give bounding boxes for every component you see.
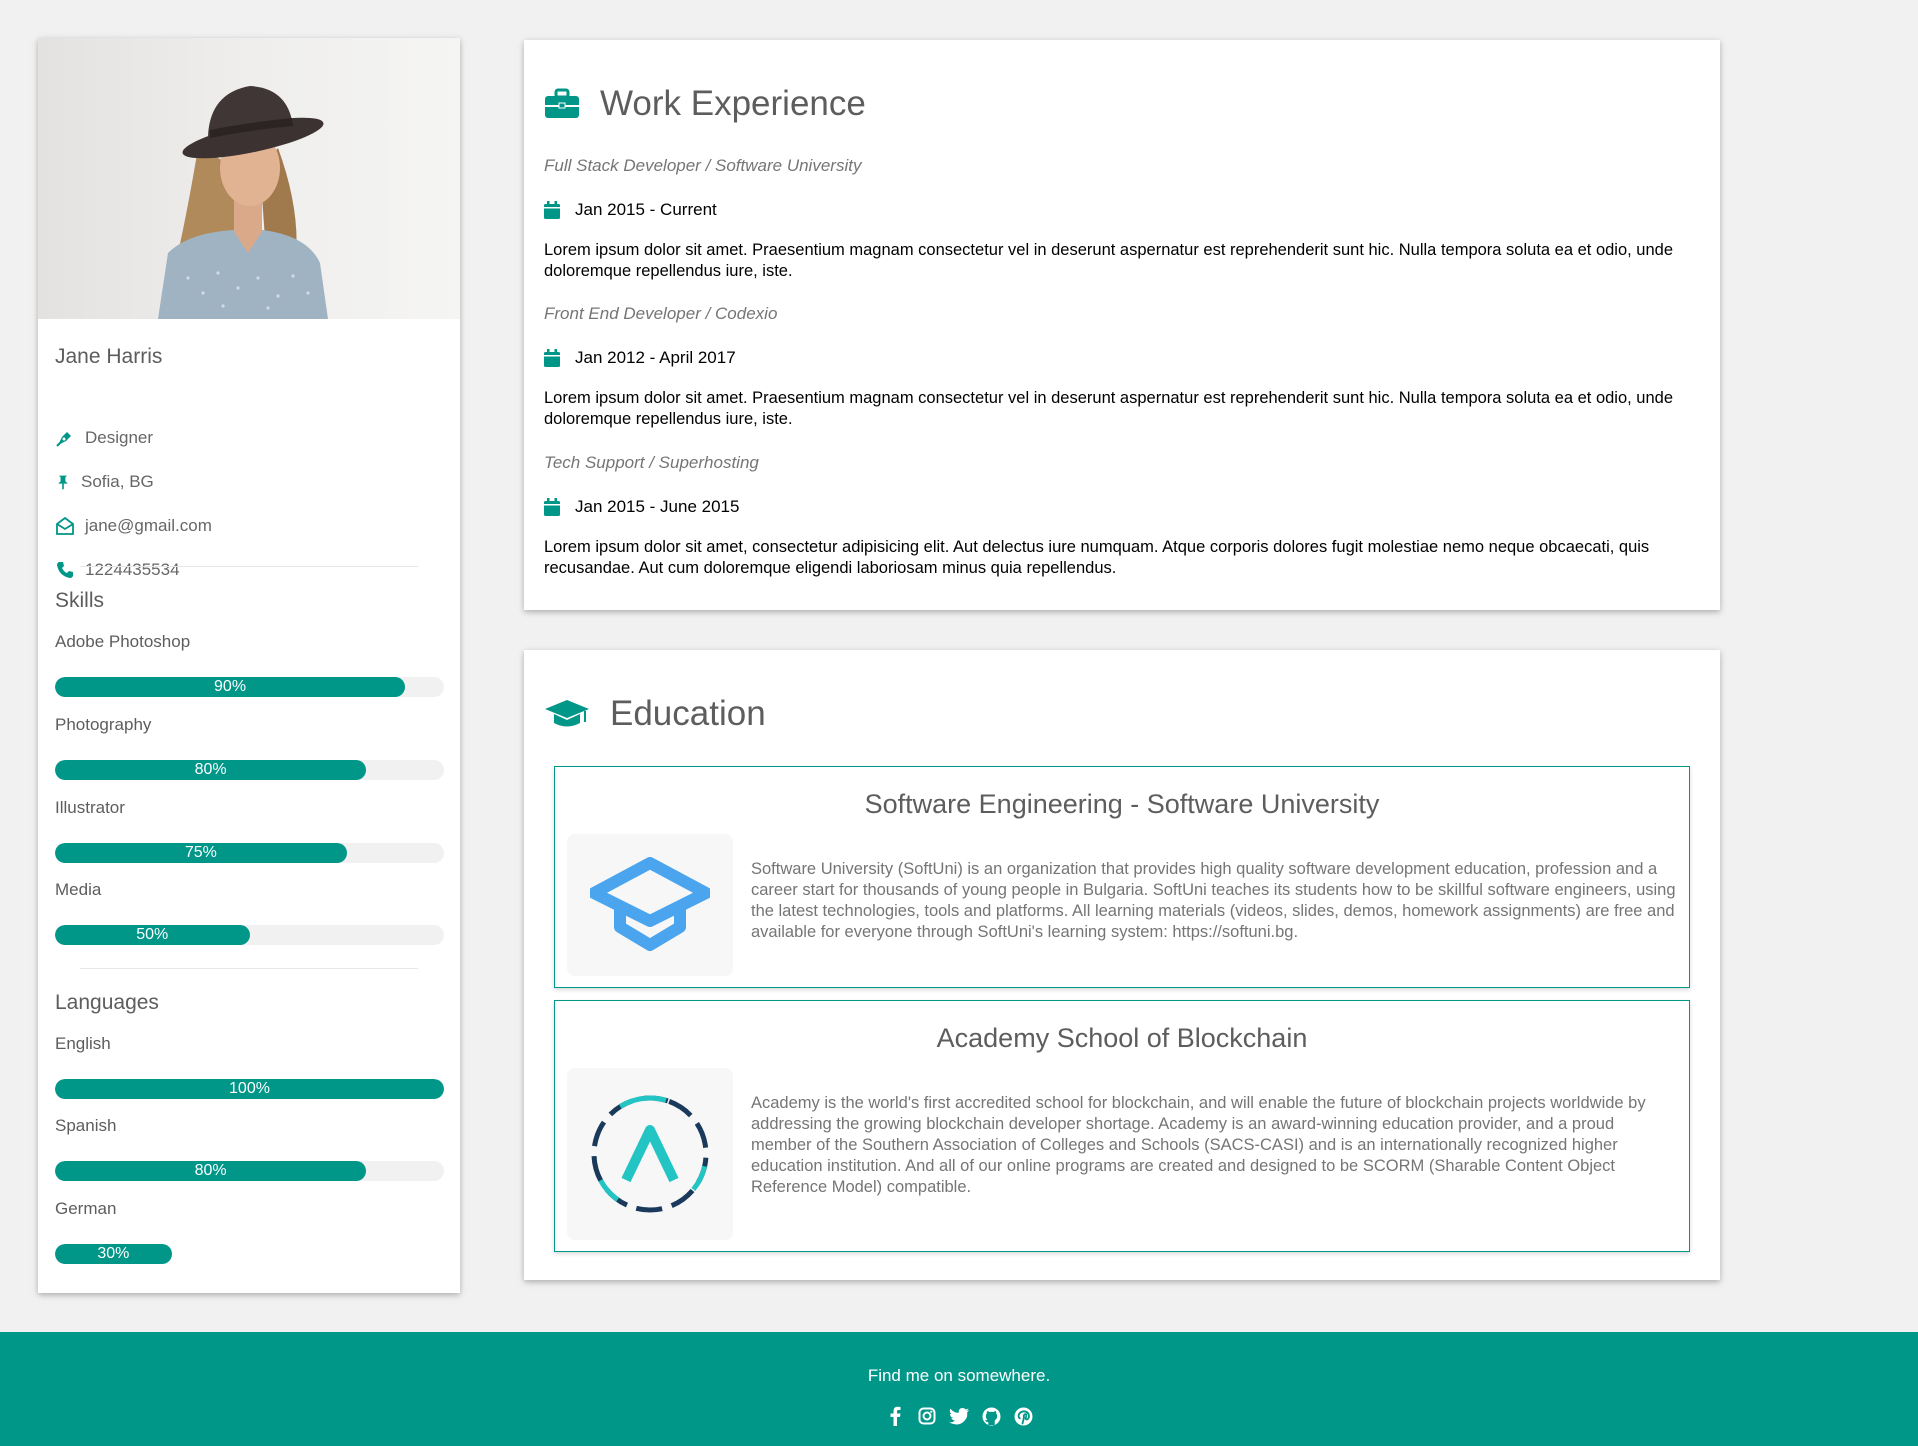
thumbtack-icon — [58, 475, 68, 490]
language-label: German — [55, 1199, 117, 1218]
softuni-logo — [567, 834, 733, 976]
divider — [80, 566, 418, 567]
skill-bar: 50% — [55, 925, 444, 945]
calendar-icon — [544, 498, 560, 516]
language-bar-fill: 30% — [55, 1244, 172, 1264]
location-row: Sofia, BG — [55, 470, 154, 494]
education-item: Software Engineering - Software Universi… — [554, 766, 1690, 988]
skill-bar-fill: 75% — [55, 843, 347, 863]
softuni-cap-logo-icon — [590, 857, 710, 951]
job-date: Jan 2015 - June 2015 — [544, 497, 739, 517]
work-heading: Work Experience — [544, 84, 866, 124]
education-description: Software University (SoftUni) is an orga… — [751, 860, 1676, 941]
email-row: jane@gmail.com — [55, 514, 212, 538]
skill-label: Adobe Photoshop — [55, 632, 191, 651]
skill-label: Illustrator — [55, 798, 125, 817]
instagram-icon[interactable] — [917, 1406, 937, 1426]
job-text: Designer — [85, 428, 154, 447]
github-icon[interactable] — [981, 1406, 1001, 1426]
skill-bar: 90% — [55, 677, 444, 697]
profile-photo — [38, 38, 460, 319]
language-bar-fill: 80% — [55, 1161, 367, 1181]
job-description: Lorem ipsum dolor sit amet. Praesentium … — [544, 241, 1674, 280]
language-bar-fill: 100% — [55, 1079, 444, 1099]
academy-logo-icon — [591, 1095, 709, 1213]
calendar-icon — [544, 201, 560, 219]
graduation-cap-icon — [545, 700, 589, 727]
pinterest-icon[interactable] — [1013, 1406, 1033, 1426]
education-name: Software Engineering - Software Universi… — [864, 789, 1380, 819]
language-bar: 80% — [55, 1161, 444, 1181]
education-item: Academy School of Blockchain Academy is … — [554, 1000, 1690, 1252]
email-text: jane@gmail.com — [85, 516, 212, 535]
phone-text: 1224435534 — [85, 560, 180, 579]
profile-card: Jane Harris Designer Sofia, BG jane@gmai… — [38, 38, 460, 1293]
envelope-open-icon — [56, 516, 74, 535]
job-title: Full Stack Developer / Software Universi… — [544, 156, 862, 175]
phone-icon — [57, 562, 73, 578]
skill-bar-fill: 50% — [55, 925, 250, 945]
skills-title: Skills — [55, 589, 105, 612]
job-description: Lorem ipsum dolor sit amet. Praesentium … — [544, 389, 1674, 428]
job-date: Jan 2015 - Current — [544, 200, 717, 220]
language-bar: 30% — [55, 1244, 444, 1264]
skill-bar-fill: 80% — [55, 760, 367, 780]
profile-name: Jane Harris — [55, 345, 163, 368]
briefcase-icon — [545, 88, 579, 118]
skill-bar-fill: 90% — [55, 677, 406, 697]
job-title: Tech Support / Superhosting — [544, 453, 759, 472]
work-title: Work Experience — [600, 84, 866, 123]
language-label: Spanish — [55, 1116, 117, 1135]
facebook-icon[interactable] — [885, 1406, 905, 1426]
pen-nib-icon — [56, 432, 71, 447]
skill-bar: 80% — [55, 760, 444, 780]
job-date: Jan 2012 - April 2017 — [544, 348, 736, 368]
academy-logo — [567, 1068, 733, 1240]
education-title: Education — [610, 694, 766, 733]
skill-label: Photography — [55, 715, 152, 734]
job-title: Front End Developer / Codexio — [544, 304, 778, 323]
calendar-icon — [544, 349, 560, 367]
job-date-text: Jan 2015 - Current — [575, 200, 717, 219]
skill-label: Media — [55, 880, 102, 899]
language-label: English — [55, 1034, 111, 1053]
job-date-text: Jan 2012 - April 2017 — [575, 348, 736, 367]
footer-text: Find me on somewhere. — [867, 1366, 1051, 1385]
education-heading: Education — [544, 694, 766, 734]
education-card: Education Software Engineering - Softwar… — [524, 650, 1720, 1280]
work-experience-card: Work Experience Full Stack Developer / S… — [524, 40, 1720, 610]
skill-bar: 75% — [55, 843, 444, 863]
language-bar: 100% — [55, 1079, 444, 1099]
phone-row: 1224435534 — [55, 558, 180, 582]
education-name: Academy School of Blockchain — [936, 1023, 1308, 1053]
job-row: Designer — [55, 426, 153, 450]
location-text: Sofia, BG — [81, 472, 154, 491]
education-description: Academy is the world's first accredited … — [751, 1094, 1646, 1196]
languages-title: Languages — [55, 991, 159, 1014]
twitter-icon[interactable] — [949, 1406, 969, 1426]
job-date-text: Jan 2015 - June 2015 — [575, 497, 740, 516]
job-description: Lorem ipsum dolor sit amet, consectetur … — [544, 538, 1650, 577]
footer: Find me on somewhere. — [0, 1332, 1918, 1446]
divider — [80, 968, 418, 969]
social-links — [0, 1406, 1918, 1426]
